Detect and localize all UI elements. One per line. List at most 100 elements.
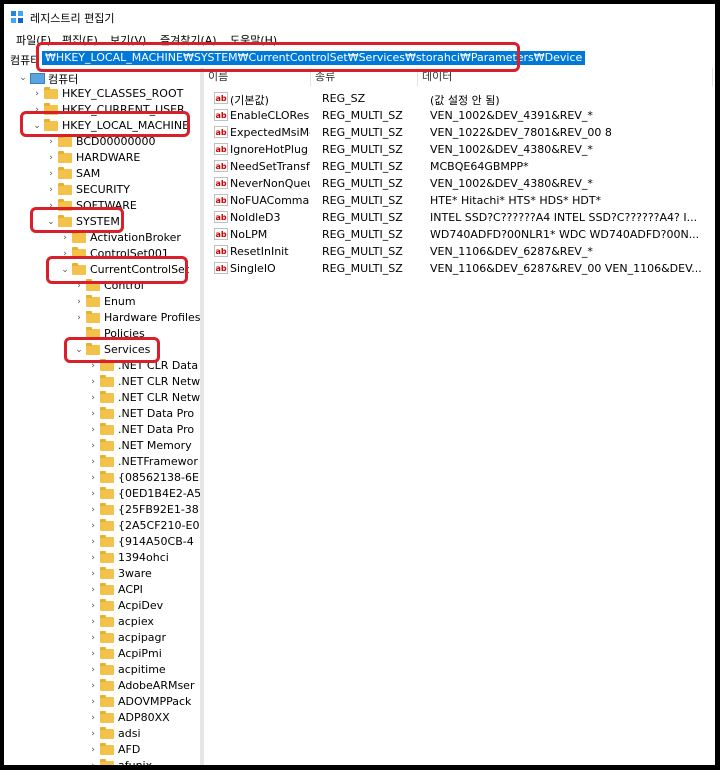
tree-node-hive[interactable]: › HKEY_CLASSES_ROOT bbox=[4, 86, 200, 102]
chevron-right-icon[interactable]: › bbox=[74, 280, 84, 292]
tree-node-hklm-child[interactable]: › HARDWARE bbox=[4, 150, 200, 166]
chevron-right-icon[interactable]: › bbox=[32, 104, 42, 116]
tree-node-ccs-child[interactable]: ⌄ Services bbox=[4, 342, 200, 358]
chevron-right-icon[interactable]: › bbox=[88, 360, 98, 372]
key-tree[interactable]: ⌄ 컴퓨터 › HKEY_CLASSES_ROOT › HKEY_CURRENT_USER… bbox=[4, 68, 200, 765]
chevron-right-icon[interactable]: › bbox=[88, 536, 98, 548]
tree-node-service[interactable]: › acpitime bbox=[4, 662, 200, 678]
tree-node-hive[interactable]: › HKEY_CURRENT_USER bbox=[4, 102, 200, 118]
chevron-right-icon[interactable]: › bbox=[46, 184, 56, 196]
tree-node-service[interactable]: › AdobeARMser bbox=[4, 678, 200, 694]
tree-node-service[interactable]: › .NET Data Pro bbox=[4, 422, 200, 438]
tree-node-service[interactable]: › .NET CLR Netw bbox=[4, 390, 200, 406]
tree-node-hklm-child[interactable]: ⌄ SYSTEM bbox=[4, 214, 200, 230]
menu-help[interactable]: 도움말(H) bbox=[230, 32, 277, 48]
chevron-right-icon[interactable]: › bbox=[88, 632, 98, 644]
column-header-type[interactable]: 종류 bbox=[311, 68, 418, 86]
value-row[interactable]: abExpectedMsiMe... REG_MULTI_SZ VEN_1022&D… bbox=[204, 124, 715, 141]
tree-node-service[interactable]: › .NET Data Pro bbox=[4, 406, 200, 422]
menu-view[interactable]: 보기(V) bbox=[110, 32, 146, 48]
tree-node-service[interactable]: › ADP80XX bbox=[4, 710, 200, 726]
address-bar[interactable]: 컴퓨터 ₩HKEY_LOCAL_MACHINE₩SYSTEM₩CurrentCo… bbox=[4, 48, 715, 69]
chevron-right-icon[interactable]: › bbox=[88, 712, 98, 724]
address-path[interactable]: ₩HKEY_LOCAL_MACHINE₩SYSTEM₩CurrentContro… bbox=[42, 51, 586, 65]
tree-node-system-child[interactable]: › ControlSet001 bbox=[4, 246, 200, 262]
value-row[interactable]: ab SingleIO REG_MULTI_SZ VEN_1106&DEV_6287&… bbox=[204, 260, 715, 277]
chevron-right-icon[interactable]: › bbox=[60, 248, 70, 260]
chevron-down-icon[interactable]: ⌄ bbox=[60, 264, 70, 276]
tree-node-service[interactable]: › 1394ohci bbox=[4, 550, 200, 566]
tree-node-service[interactable]: › .NET CLR Data bbox=[4, 358, 200, 374]
chevron-right-icon[interactable]: › bbox=[88, 408, 98, 420]
chevron-right-icon[interactable]: › bbox=[88, 520, 98, 532]
chevron-right-icon[interactable]: › bbox=[46, 168, 56, 180]
tree-node-service[interactable]: › AcpiDev bbox=[4, 598, 200, 614]
tree-node-service[interactable]: › .NET Memory bbox=[4, 438, 200, 454]
chevron-right-icon[interactable]: › bbox=[88, 552, 98, 564]
menu-edit[interactable]: 편집(E) bbox=[62, 32, 98, 48]
chevron-right-icon[interactable]: › bbox=[88, 744, 98, 756]
tree-node-system-child[interactable]: ⌄ CurrentControlSet bbox=[4, 262, 200, 278]
tree-node-service[interactable]: › {0ED1B4E2-A5 bbox=[4, 486, 200, 502]
chevron-right-icon[interactable]: › bbox=[88, 680, 98, 692]
tree-node-computer[interactable]: ⌄ 컴퓨터 bbox=[4, 70, 200, 86]
tree-node-service[interactable]: › afunix bbox=[4, 758, 200, 765]
chevron-right-icon[interactable]: › bbox=[74, 312, 84, 324]
column-header-data[interactable]: 데이터 bbox=[418, 68, 713, 86]
value-row[interactable]: ab NoLPM REG_MULTI_SZ WD740ADFD?00NLR1* WDC… bbox=[204, 226, 715, 243]
chevron-right-icon[interactable]: › bbox=[88, 392, 98, 404]
chevron-right-icon[interactable]: › bbox=[46, 152, 56, 164]
chevron-right-icon[interactable]: › bbox=[88, 664, 98, 676]
tree-node-service[interactable]: › {25FB92E1-38 bbox=[4, 502, 200, 518]
chevron-down-icon[interactable]: ⌄ bbox=[18, 72, 28, 84]
tree-node-service[interactable]: › ACPI bbox=[4, 582, 200, 598]
chevron-right-icon[interactable]: › bbox=[88, 584, 98, 596]
tree-node-service[interactable]: › {914A50CB-4 bbox=[4, 534, 200, 550]
tree-node-service[interactable]: › acpiex bbox=[4, 614, 200, 630]
tree-node-service[interactable]: › .NET CLR Netw bbox=[4, 374, 200, 390]
tree-node-service[interactable]: › adsi bbox=[4, 726, 200, 742]
tree-node-hklm-child[interactable]: › SOFTWARE bbox=[4, 198, 200, 214]
chevron-down-icon[interactable]: ⌄ bbox=[32, 120, 42, 132]
chevron-down-icon[interactable]: ⌄ bbox=[74, 344, 84, 356]
tree-node-ccs-child[interactable]: › Enum bbox=[4, 294, 200, 310]
chevron-right-icon[interactable]: › bbox=[46, 200, 56, 212]
tree-node-service[interactable]: › ADOVMPPack bbox=[4, 694, 200, 710]
tree-node-hklm-child[interactable]: › SAM bbox=[4, 166, 200, 182]
chevron-right-icon[interactable]: › bbox=[88, 424, 98, 436]
chevron-right-icon[interactable]: › bbox=[46, 136, 56, 148]
value-row[interactable]: abNeverNonQueu... REG_MULTI_SZ VEN_1002&DE… bbox=[204, 175, 715, 192]
chevron-right-icon[interactable]: › bbox=[88, 616, 98, 628]
chevron-right-icon[interactable]: › bbox=[88, 728, 98, 740]
chevron-right-icon[interactable]: › bbox=[88, 568, 98, 580]
tree-node-hive[interactable]: ⌄ HKEY_LOCAL_MACHINE bbox=[4, 118, 200, 134]
chevron-right-icon[interactable]: › bbox=[88, 456, 98, 468]
tree-node-ccs-child[interactable]: › Control bbox=[4, 278, 200, 294]
tree-node-ccs-child[interactable]: Policies bbox=[4, 326, 200, 342]
chevron-right-icon[interactable]: › bbox=[88, 472, 98, 484]
chevron-right-icon[interactable]: › bbox=[88, 696, 98, 708]
chevron-right-icon[interactable]: › bbox=[88, 488, 98, 500]
tree-node-service[interactable]: › {08562138-6E bbox=[4, 470, 200, 486]
chevron-right-icon[interactable]: › bbox=[88, 648, 98, 660]
value-row[interactable]: abNoFUACommand REG_MULTI_SZ HTE* Hitachi* … bbox=[204, 192, 715, 209]
chevron-right-icon[interactable]: › bbox=[88, 376, 98, 388]
chevron-right-icon[interactable]: › bbox=[88, 600, 98, 612]
chevron-right-icon[interactable]: › bbox=[32, 88, 42, 100]
menu-favorites[interactable]: 즐겨찾기(A) bbox=[160, 32, 217, 48]
tree-node-hklm-child[interactable]: › BCD00000000 bbox=[4, 134, 200, 150]
value-row[interactable]: ab IgnoreHotPlug REG_MULTI_SZ VEN_1002&DEV_… bbox=[204, 141, 715, 158]
value-row[interactable]: abNeedSetTransfer... REG_MULTI_SZ MCBQE64G… bbox=[204, 158, 715, 175]
tree-node-service[interactable]: › .NETFramewor bbox=[4, 454, 200, 470]
chevron-right-icon[interactable]: › bbox=[88, 504, 98, 516]
tree-node-service[interactable]: › AcpiPmi bbox=[4, 646, 200, 662]
value-row[interactable]: ab ResetInInit REG_MULTI_SZ VEN_1106&DEV_62… bbox=[204, 243, 715, 260]
chevron-right-icon[interactable]: › bbox=[88, 440, 98, 452]
chevron-right-icon[interactable]: › bbox=[88, 760, 98, 765]
chevron-down-icon[interactable]: ⌄ bbox=[46, 216, 56, 228]
column-header-name[interactable]: 이름 bbox=[204, 68, 311, 86]
chevron-right-icon[interactable]: › bbox=[60, 232, 70, 244]
chevron-right-icon[interactable]: › bbox=[74, 296, 84, 308]
tree-node-service[interactable]: › {2A5CF210-E0 bbox=[4, 518, 200, 534]
tree-node-service[interactable]: › AFD bbox=[4, 742, 200, 758]
